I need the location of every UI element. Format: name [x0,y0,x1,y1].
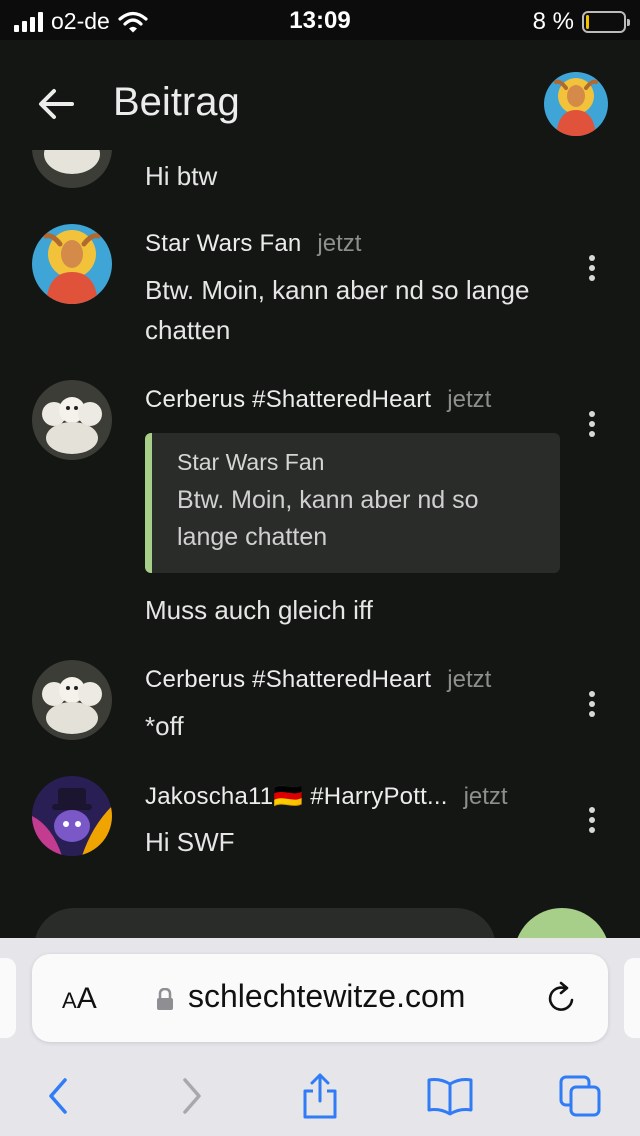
share-button[interactable] [292,1068,348,1124]
user-avatar[interactable] [544,72,608,136]
timestamp: jetzt [463,783,508,810]
battery-icon [582,11,630,33]
timestamp: jetzt [317,230,362,257]
back-arrow-icon[interactable] [32,80,80,128]
chevron-left-icon [49,1078,67,1114]
status-bar: o2-de 13:09 8 % [0,0,640,40]
next-tab-preview[interactable] [624,958,640,1038]
more-options-icon[interactable] [580,800,604,840]
status-right: 8 % [532,8,630,36]
browser-toolbar [0,1068,640,1124]
message-text: Hi SWF [145,827,235,857]
comment-feed[interactable]: Hi btw Star Wars Fan jetzt Btw. Moin, ka… [0,150,640,940]
message-text: Muss auch gleich iff [145,595,373,625]
browser-bar: AA schlechtewitze.com [0,938,640,1136]
avatar[interactable] [32,224,112,304]
more-options-icon[interactable] [580,684,604,724]
book-icon [427,1078,473,1116]
share-icon [303,1073,337,1119]
author-name[interactable]: Cerberus #ShatteredHeart [145,666,431,694]
bookmarks-button[interactable] [422,1068,478,1124]
back-button[interactable] [30,1068,86,1124]
message-header: Star Wars Fan jetzt [145,230,361,258]
app-header: Beitrag [0,40,640,160]
quote-author: Star Wars Fan [177,449,325,475]
lock-icon [157,988,173,1010]
avatar[interactable] [32,380,112,460]
message-text: *off [145,711,184,741]
tabs-icon [559,1075,601,1117]
message-header: Cerberus #ShatteredHeart jetzt [145,386,491,414]
text-size-button[interactable]: AA [62,982,97,1016]
forward-button[interactable] [164,1068,220,1124]
message-text: Hi btw [145,161,218,191]
quote-text: Btw. Moin, kann aber nd so lange chatten [177,486,479,551]
message-header: Cerberus #ShatteredHeart jetzt [145,666,491,694]
chevron-right-icon [183,1078,201,1114]
author-name[interactable]: Jakoscha11🇩🇪 #HarryPott... [145,782,448,811]
address-bar[interactable]: AA schlechtewitze.com [32,954,608,1042]
battery-percent: 8 % [532,8,574,35]
page-title: Beitrag [113,80,240,124]
url-text[interactable]: schlechtewitze.com [188,978,465,1015]
reload-icon[interactable] [544,980,580,1016]
previous-tab-preview[interactable] [0,958,16,1038]
quoted-message[interactable]: Star Wars Fan Btw. Moin, kann aber nd so… [145,433,560,573]
message-text: Btw. Moin, kann aber nd so lange chatten [145,275,530,345]
author-name[interactable]: Star Wars Fan [145,230,301,258]
author-name[interactable]: Cerberus #ShatteredHeart [145,386,431,414]
avatar[interactable] [32,660,112,740]
avatar[interactable] [32,150,112,188]
avatar[interactable] [32,776,112,856]
more-options-icon[interactable] [580,248,604,288]
timestamp: jetzt [447,666,492,693]
tabs-button[interactable] [552,1068,608,1124]
timestamp: jetzt [447,386,492,413]
battery-level [586,15,589,29]
message-header: Jakoscha11🇩🇪 #HarryPott... jetzt [145,782,508,811]
more-options-icon[interactable] [580,404,604,444]
